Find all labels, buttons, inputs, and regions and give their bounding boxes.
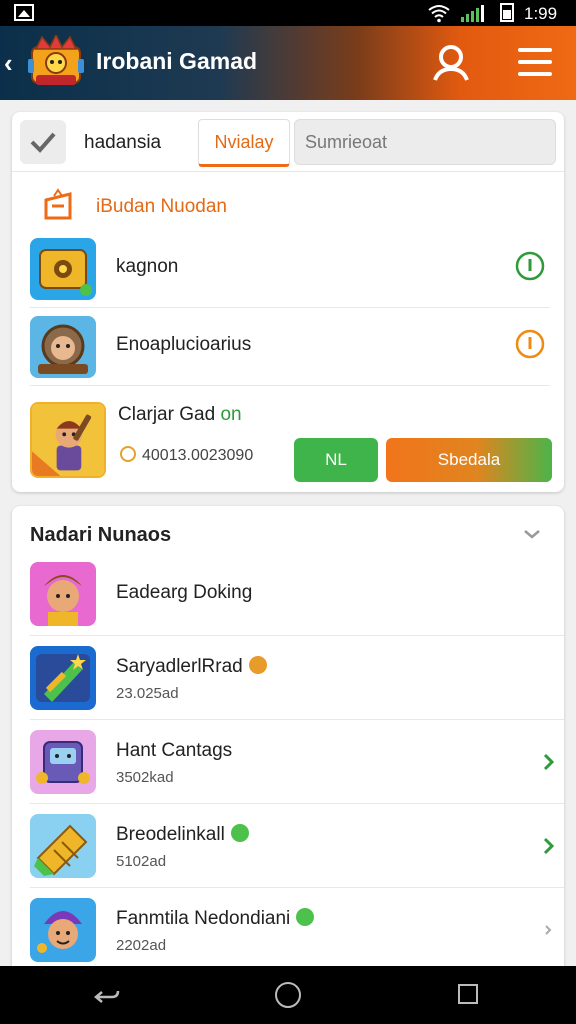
status-clock: 1:99 (524, 4, 558, 23)
power-status-icon[interactable] (514, 250, 546, 282)
list-item-title: Eadearg Doking (116, 582, 253, 603)
featured-game: Clarjar Gad on 40013.0023090 NL Sbedala (30, 402, 552, 488)
app-logo (28, 35, 84, 85)
search-input[interactable] (294, 119, 556, 165)
featured-title-accent: on (220, 404, 242, 425)
list-item-subtitle: 5102ad (116, 853, 167, 870)
game-thumbnail (30, 814, 96, 878)
games-list-card: Nadari Nunaos Eadearg Doking SaryadlerlR… (12, 506, 564, 976)
chevron-down-icon[interactable] (520, 522, 544, 546)
power-status-icon[interactable] (514, 328, 546, 360)
section-title: iBudan Nuodan (96, 196, 227, 217)
chevron-right-icon[interactable] (538, 918, 558, 942)
wifi-icon (428, 5, 450, 23)
game-name: Enoaplucioarius (116, 334, 252, 355)
game-thumbnail (30, 646, 96, 710)
list-item[interactable]: Fanmtila Nedondiani 2202ad (30, 888, 564, 972)
app-header: ‹ Irobani Gamad (0, 26, 576, 100)
list-item[interactable]: Eadearg Doking (30, 552, 564, 636)
nl-button[interactable]: NL (294, 438, 378, 482)
game-thumbnail (30, 562, 96, 626)
game-name: kagnon (116, 256, 179, 277)
featured-meta: 40013.0023090 (120, 446, 253, 465)
gem-badge-icon (230, 824, 249, 842)
nav-back-icon[interactable] (92, 984, 122, 1008)
featured-card: hadansia Nvialay iBudan Nuodan kagnon (12, 112, 564, 492)
list-item[interactable]: Hant Cantags 3502kad (30, 720, 564, 804)
gem-badge-icon (296, 908, 315, 926)
list-title: Nadari Nunaos (30, 524, 172, 546)
menu-button[interactable] (514, 44, 556, 82)
tab-active[interactable]: Nvialay (198, 119, 290, 167)
game-thumbnail (30, 730, 96, 794)
check-icon (30, 132, 56, 153)
list-item-title: Hant Cantags (116, 740, 233, 761)
app-title: Irobani Gamad (96, 48, 258, 74)
list-item-subtitle: 2202ad (116, 937, 167, 954)
nav-recents-icon[interactable] (458, 984, 478, 1004)
battery-icon (500, 3, 514, 22)
check-toggle[interactable] (20, 120, 66, 164)
list-item[interactable]: Breodelinkall 5102ad (30, 804, 564, 888)
featured-title: Clarjar Gad on (118, 404, 242, 426)
list-item-title: Breodelinkall (116, 824, 249, 846)
coin-icon (120, 446, 136, 462)
back-button[interactable]: ‹ (4, 48, 22, 78)
profile-button[interactable] (430, 42, 472, 84)
game-thumbnail (30, 238, 96, 300)
signal-icon (461, 5, 484, 22)
list-item-subtitle: 23.025ad (116, 685, 179, 702)
gem-badge-icon (248, 656, 267, 674)
play-button[interactable]: Sbedala (386, 438, 552, 482)
game-row[interactable]: Enoaplucioarius (30, 308, 550, 386)
featured-meta-value: 40013.0023090 (142, 447, 254, 464)
featured-title-main: Clarjar Gad (118, 404, 216, 425)
filter-row: hadansia Nvialay (12, 112, 564, 172)
game-row[interactable]: kagnon (30, 230, 550, 308)
game-thumbnail (30, 316, 96, 378)
list-item-title: SaryadlerlRrad (116, 656, 267, 678)
list-item[interactable]: SaryadlerlRrad 23.025ad (30, 636, 564, 720)
chevron-right-icon[interactable] (538, 750, 558, 774)
list-item-subtitle: 3502kad (116, 769, 174, 786)
image-notification-icon (14, 4, 34, 21)
system-nav-bar (0, 966, 576, 1024)
status-bar: 1:99 (0, 0, 576, 26)
game-thumbnail (30, 898, 96, 962)
list-item-title: Fanmtila Nedondiani (116, 908, 315, 930)
nav-home-icon[interactable] (275, 982, 301, 1008)
chevron-right-icon[interactable] (538, 834, 558, 858)
filter-label: hadansia (84, 132, 162, 153)
gift-box-icon (44, 188, 72, 220)
featured-thumbnail (30, 402, 106, 478)
